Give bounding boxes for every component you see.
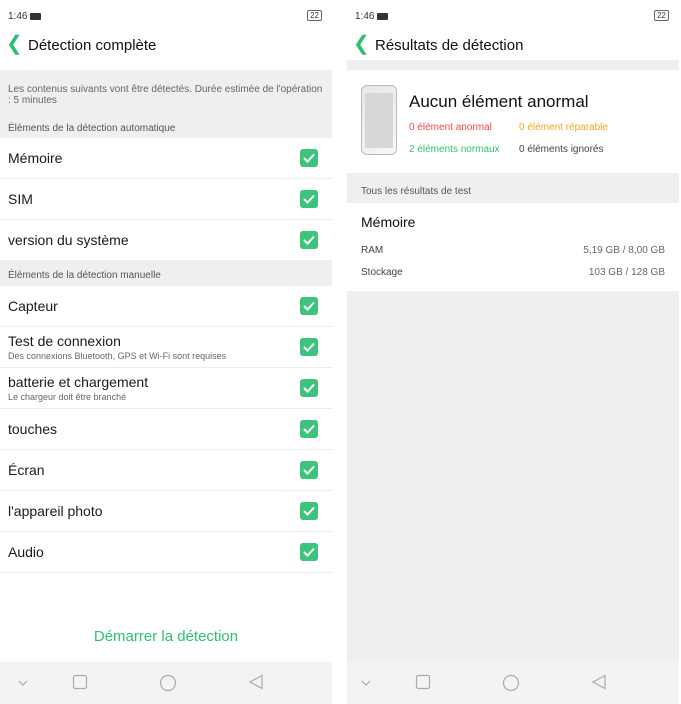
ram-value: 5,19 GB / 8,00 GB xyxy=(583,245,665,256)
checkbox[interactable] xyxy=(300,338,318,356)
checkmark-icon xyxy=(303,383,315,393)
notification-icon xyxy=(377,12,389,20)
start-detection-button[interactable]: Démarrer la détection xyxy=(0,612,332,660)
ram-row: RAM 5,19 GB / 8,00 GB xyxy=(361,245,665,256)
summary-card: Aucun élément anormal 0 élément anormal … xyxy=(347,70,679,173)
status-bar: 1:46 22 xyxy=(0,0,332,26)
checkbox[interactable] xyxy=(300,231,318,249)
nav-square-icon[interactable] xyxy=(415,674,431,690)
storage-value: 103 GB / 128 GB xyxy=(588,267,665,278)
status-time: 1:46 xyxy=(355,11,389,22)
phone-illustration xyxy=(361,85,397,155)
list-item-label: Écran xyxy=(8,462,45,478)
list-item-label: Mémoire xyxy=(8,150,63,166)
checkbox[interactable] xyxy=(300,379,318,397)
navigation-bar xyxy=(0,662,332,704)
list-item-label: version du système xyxy=(8,232,129,248)
back-chevron-icon[interactable]: ❮ xyxy=(6,33,23,55)
nav-back-triangle-icon[interactable] xyxy=(248,674,264,690)
checkmark-icon xyxy=(303,506,315,516)
intro-text: Les contenus suivants vont être détectés… xyxy=(8,84,323,106)
storage-label: Stockage xyxy=(361,267,403,278)
checkbox[interactable] xyxy=(300,461,318,479)
checkmark-icon xyxy=(303,153,315,163)
list-item[interactable]: Test de connexion Des connexions Bluetoot… xyxy=(0,327,332,368)
ignored-count: 0 éléments ignorés xyxy=(519,144,604,155)
left-screen: 1:46 22 ❮ Détection complète Les contenu… xyxy=(0,0,332,704)
list-item[interactable]: Écran xyxy=(0,450,332,491)
ram-label: RAM xyxy=(361,245,384,256)
list-item-label: l'appareil photo xyxy=(8,503,103,519)
list-item[interactable]: l'appareil photo xyxy=(0,491,332,532)
header: ❮ Résultats de détection xyxy=(347,30,679,60)
manual-section-label: Éléments de la détection manuelle xyxy=(8,270,161,281)
all-results-label: Tous les résultats de test xyxy=(361,186,472,197)
normal-count: 2 éléments normaux xyxy=(409,144,500,155)
list-item[interactable]: SIM xyxy=(0,179,332,220)
result-title: Aucun élément anormal xyxy=(409,92,589,111)
abnormal-count: 0 élément anormal xyxy=(409,122,492,133)
battery-icon: 22 xyxy=(654,10,669,21)
nav-down-icon[interactable] xyxy=(361,679,371,687)
checkmark-icon xyxy=(303,547,315,557)
auto-list: Mémoire SIM version du système xyxy=(0,138,332,261)
back-chevron-icon[interactable]: ❮ xyxy=(353,33,370,55)
page-title: Détection complète xyxy=(28,37,157,54)
list-item-label: SIM xyxy=(8,191,33,207)
battery-icon: 22 xyxy=(307,10,322,21)
list-item[interactable]: touches xyxy=(0,409,332,450)
list-item[interactable]: Capteur xyxy=(0,286,332,327)
checkbox[interactable] xyxy=(300,420,318,438)
nav-circle-icon[interactable] xyxy=(502,674,520,692)
checkmark-icon xyxy=(303,465,315,475)
list-item-label: touches xyxy=(8,421,58,437)
memory-card: Mémoire RAM 5,19 GB / 8,00 GB Stockage 1… xyxy=(347,203,679,291)
header: ❮ Détection complète xyxy=(0,30,332,60)
list-item[interactable]: Audio xyxy=(0,532,332,573)
checkmark-icon xyxy=(303,301,315,311)
navigation-bar xyxy=(347,662,679,704)
manual-section: Éléments de la détection manuelle xyxy=(0,260,332,286)
nav-back-triangle-icon[interactable] xyxy=(591,674,607,690)
checkbox[interactable] xyxy=(300,149,318,167)
manual-list: Capteur Test de connexion Des connexions B… xyxy=(0,286,332,612)
status-bar: 1:46 22 xyxy=(347,0,679,26)
checkbox[interactable] xyxy=(300,190,318,208)
list-item-label: batterie et chargement xyxy=(8,374,149,390)
list-item[interactable]: version du système xyxy=(0,220,332,261)
page-title: Résultats de détection xyxy=(375,37,524,54)
nav-circle-icon[interactable] xyxy=(159,674,177,692)
nav-down-icon[interactable] xyxy=(18,679,28,687)
auto-section-label: Éléments de la détection automatique xyxy=(8,123,176,134)
repairable-count: 0 élément réparable xyxy=(519,122,608,133)
list-item-label: Audio xyxy=(8,544,44,560)
memory-title: Mémoire xyxy=(361,214,416,230)
list-item[interactable]: Mémoire xyxy=(0,138,332,179)
checkmark-icon xyxy=(303,342,315,352)
checkmark-icon xyxy=(303,424,315,434)
list-item-sub: Le chargeur doit être branché xyxy=(8,392,127,402)
checkmark-icon xyxy=(303,235,315,245)
list-item[interactable]: batterie et chargement Le chargeur doit ê… xyxy=(0,368,332,409)
status-time: 1:46 xyxy=(8,11,42,22)
nav-square-icon[interactable] xyxy=(72,674,88,690)
checkmark-icon xyxy=(303,194,315,204)
storage-row: Stockage 103 GB / 128 GB xyxy=(361,267,665,278)
notification-icon xyxy=(30,12,42,20)
checkbox[interactable] xyxy=(300,297,318,315)
list-item-sub: Des connexions Bluetooth, GPS et Wi-Fi s… xyxy=(8,351,227,361)
right-screen: 1:46 22 ❮ Résultats de détection Aucun é… xyxy=(347,0,679,704)
checkbox[interactable] xyxy=(300,543,318,561)
list-item-label: Test de connexion xyxy=(8,333,121,349)
list-item-label: Capteur xyxy=(8,298,58,314)
checkbox[interactable] xyxy=(300,502,318,520)
